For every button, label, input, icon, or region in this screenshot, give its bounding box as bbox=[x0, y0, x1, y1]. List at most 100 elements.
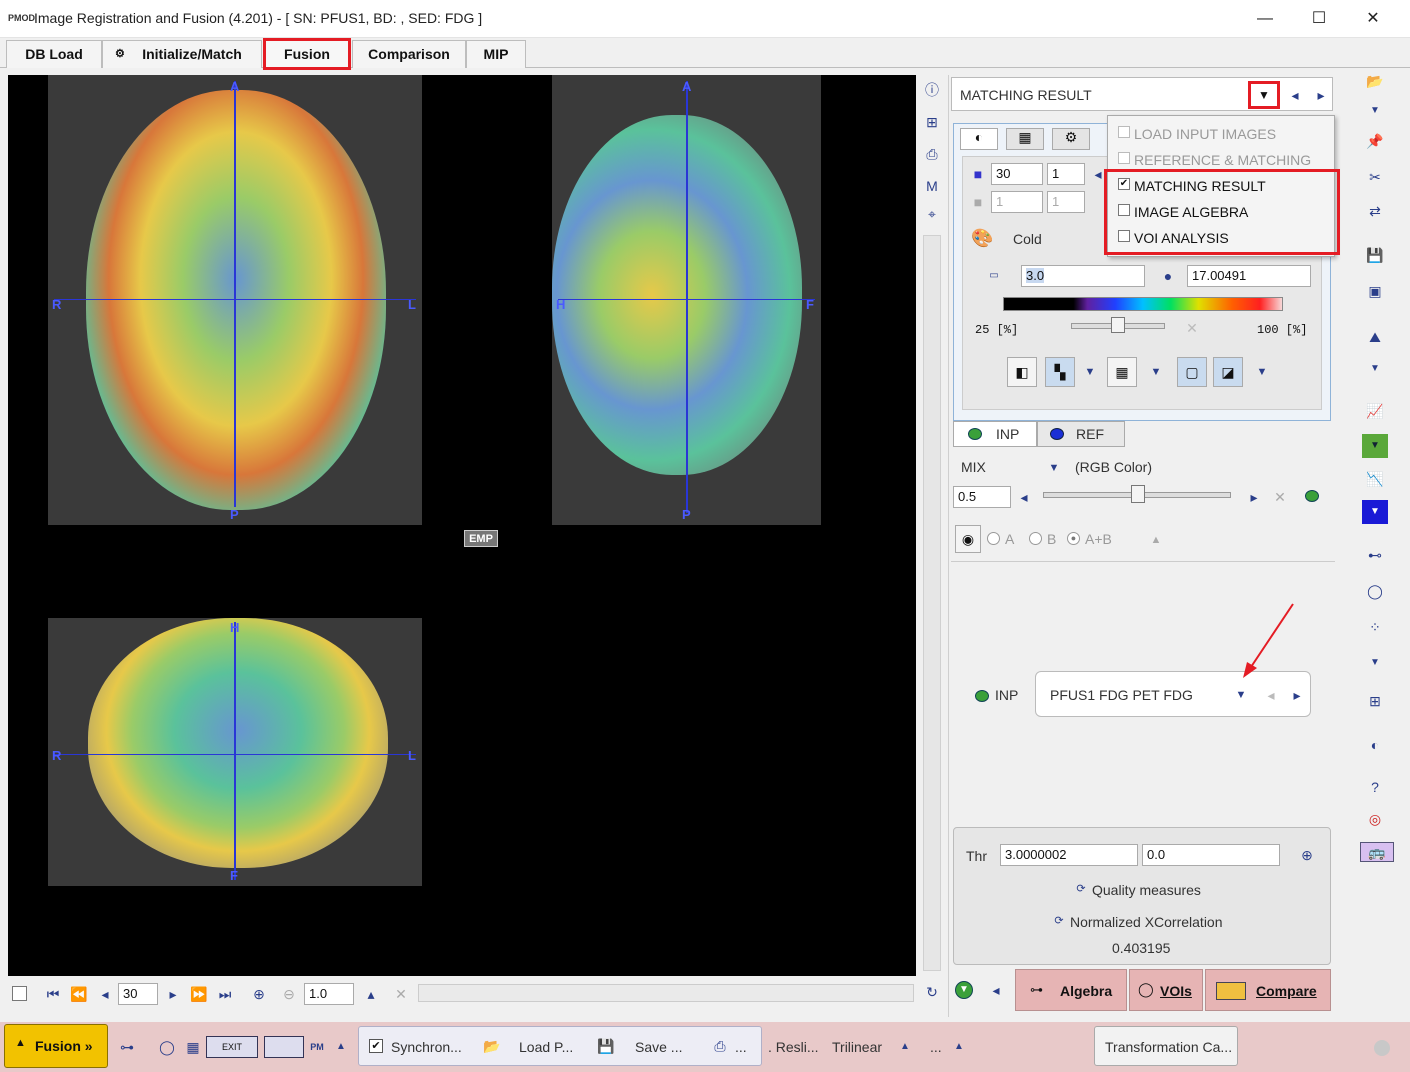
target-red-icon[interactable]: ◎ bbox=[1366, 810, 1384, 828]
mix-increase-icon[interactable]: ▸ bbox=[1245, 488, 1263, 506]
green-button-icon[interactable]: ▼ bbox=[1362, 434, 1388, 458]
mix-reset-icon[interactable]: ✕ bbox=[1271, 488, 1289, 506]
print-icon[interactable]: ⎙ bbox=[923, 145, 941, 163]
save-icon[interactable]: 💾 bbox=[1366, 246, 1384, 264]
m-icon[interactable]: M bbox=[923, 177, 941, 195]
menu-item-reference-matching[interactable]: REFERENCE & MATCHING bbox=[1118, 150, 1328, 170]
vehicle-icon[interactable]: 🚌 bbox=[1360, 842, 1394, 862]
max-value-input[interactable]: 17.00491 bbox=[1187, 265, 1311, 287]
tab-db-load[interactable]: DB Load bbox=[6, 40, 102, 68]
save-icon-bottom[interactable]: 💾 bbox=[597, 1037, 615, 1055]
reslice-label[interactable]: . Resli... bbox=[768, 1039, 819, 1055]
coronal-view[interactable]: H F R L bbox=[48, 618, 422, 886]
quality-refresh-icon[interactable]: ⟳ bbox=[1072, 880, 1090, 898]
refresh-icon[interactable]: ↻ bbox=[923, 983, 941, 1001]
min-value-input[interactable]: 3.0 bbox=[1021, 265, 1145, 287]
tool-grid-icon[interactable]: ▦ bbox=[184, 1038, 202, 1056]
zoom-up-icon[interactable]: ▴ bbox=[362, 985, 380, 1003]
workflow-dropdown-button[interactable]: ▼ bbox=[1248, 81, 1280, 109]
bar-up-icon[interactable]: ▲ bbox=[332, 1038, 350, 1056]
inp-series-prev-icon[interactable]: ◂ bbox=[1262, 686, 1280, 704]
vois-button[interactable]: ◯ VOIs bbox=[1129, 969, 1203, 1011]
tab-mip[interactable]: MIP bbox=[466, 40, 526, 68]
overlay-dropdown-icon[interactable]: ▼ bbox=[1081, 363, 1099, 381]
dropdown-icon[interactable]: ▼ bbox=[1366, 102, 1384, 120]
thr-b-input[interactable]: 0.0 bbox=[1142, 844, 1280, 866]
vertical-scrollbar[interactable] bbox=[923, 235, 941, 971]
tool-link-icon[interactable]: ⊶ bbox=[118, 1038, 136, 1056]
radio-b[interactable] bbox=[1029, 532, 1042, 545]
cut-icon[interactable]: ✂ bbox=[1366, 168, 1384, 186]
scatter-dropdown-icon[interactable]: ▼ bbox=[1366, 654, 1384, 672]
palette-icon[interactable]: 🎨 bbox=[971, 229, 993, 247]
tab-settings-icon[interactable]: ⚙ bbox=[1052, 128, 1090, 150]
print-label[interactable]: ... bbox=[735, 1039, 747, 1055]
zoom-in-icon[interactable]: ⊕ bbox=[250, 985, 268, 1003]
mix-slider-thumb[interactable] bbox=[1131, 485, 1145, 503]
zoom-input[interactable]: 1.0 bbox=[304, 983, 354, 1005]
mix-value-input[interactable]: 0.5 bbox=[953, 486, 1011, 508]
last-slice-icon[interactable]: ⏭ bbox=[216, 985, 234, 1003]
range-icon[interactable]: ▭ bbox=[985, 267, 1003, 285]
next-slice-icon[interactable]: ▸ bbox=[164, 985, 182, 1003]
down-arrow-icon[interactable]: ▼ bbox=[955, 981, 973, 999]
first-slice-icon[interactable]: ⏮ bbox=[44, 985, 62, 1003]
mix-decrease-icon[interactable]: ◂ bbox=[1015, 488, 1033, 506]
tab-comparison[interactable]: Comparison bbox=[352, 40, 466, 68]
folder-open-icon[interactable]: 📂 bbox=[1366, 72, 1384, 90]
print-icon-bottom[interactable]: ⎙ bbox=[711, 1037, 729, 1055]
collapse-icon[interactable]: ▲ bbox=[1147, 531, 1165, 549]
slice-a-input[interactable]: 30 bbox=[991, 163, 1043, 185]
more-up-icon[interactable]: ▲ bbox=[950, 1038, 968, 1056]
mix-mode-button[interactable]: ◉ bbox=[955, 525, 981, 553]
tab-ref[interactable]: REF bbox=[1037, 421, 1125, 447]
fusion-menu-button[interactable]: ▲ Fusion » bbox=[4, 1024, 108, 1068]
minimize-button[interactable]: — bbox=[1242, 6, 1288, 32]
colormap-label[interactable]: Cold bbox=[1013, 231, 1042, 247]
help-icon[interactable]: ? bbox=[1366, 778, 1384, 796]
compare-button[interactable]: Compare bbox=[1205, 969, 1331, 1011]
target-icon[interactable]: ⌖ bbox=[923, 205, 941, 223]
scatter-icon[interactable]: ⁘ bbox=[1366, 618, 1384, 636]
colorbar[interactable] bbox=[1003, 297, 1283, 311]
pct-slider-thumb[interactable] bbox=[1111, 317, 1125, 333]
back-icon[interactable]: ◂ bbox=[987, 981, 1005, 999]
reset-zoom-icon[interactable]: ✕ bbox=[392, 985, 410, 1003]
radio-a[interactable] bbox=[987, 532, 1000, 545]
maximize-button[interactable]: ☐ bbox=[1296, 6, 1342, 32]
interp-label[interactable]: Trilinear bbox=[832, 1039, 882, 1055]
thr-a-input[interactable]: 3.0000002 bbox=[1000, 844, 1138, 866]
image-viewer[interactable]: A P R L A P H F EMP H F R L bbox=[8, 75, 916, 976]
ncc-refresh-icon[interactable]: ⟳ bbox=[1050, 912, 1068, 930]
synchron-checkbox[interactable]: ✔ bbox=[369, 1039, 383, 1053]
emp-label[interactable]: EMP bbox=[464, 530, 498, 547]
slice-b-input[interactable]: 1 bbox=[1047, 163, 1085, 185]
fusion-mode-button[interactable]: ◪ bbox=[1213, 357, 1243, 387]
close-button[interactable]: ✕ bbox=[1350, 6, 1396, 32]
next-workflow-icon[interactable]: ▸ bbox=[1312, 86, 1330, 104]
pct-reset-icon[interactable]: ✕ bbox=[1183, 319, 1201, 337]
info-icon[interactable]: ⓘ bbox=[923, 81, 941, 99]
more-label[interactable]: ... bbox=[930, 1039, 942, 1055]
pmod-icon[interactable]: PM bbox=[308, 1038, 326, 1056]
fast-forward-icon[interactable]: ⏩ bbox=[190, 985, 208, 1003]
layout-icon[interactable]: ⊞ bbox=[923, 113, 941, 131]
grid-plot-icon[interactable]: ⊞ bbox=[1366, 692, 1384, 710]
magnifier-icon[interactable]: ⊕ bbox=[1298, 846, 1316, 864]
tool-voi-icon[interactable]: ◯ bbox=[158, 1038, 176, 1056]
grid-button[interactable]: ▦ bbox=[1107, 357, 1137, 387]
zoom-out-icon[interactable]: ⊖ bbox=[280, 985, 298, 1003]
prev-workflow-icon[interactable]: ◂ bbox=[1286, 86, 1304, 104]
fusion-dropdown-icon[interactable]: ▼ bbox=[1253, 363, 1271, 381]
plot-icon[interactable]: 📈 bbox=[1366, 402, 1384, 420]
chart-dropdown-icon[interactable]: ▼ bbox=[1366, 360, 1384, 378]
wave-icon[interactable] bbox=[264, 1036, 304, 1058]
contrast-icon[interactable]: ◐ bbox=[1366, 736, 1384, 754]
grid-dropdown-icon[interactable]: ▼ bbox=[1147, 363, 1165, 381]
chart-icon[interactable]: ⛰ bbox=[1366, 328, 1384, 346]
circle-button[interactable]: ▢ bbox=[1177, 357, 1207, 387]
quality-measures-label[interactable]: Quality measures bbox=[1092, 882, 1201, 898]
synchron-label[interactable]: Synchron... bbox=[391, 1039, 462, 1055]
display-mode-button[interactable]: ◧ bbox=[1007, 357, 1037, 387]
tab-fusion[interactable]: Fusion bbox=[263, 38, 351, 70]
